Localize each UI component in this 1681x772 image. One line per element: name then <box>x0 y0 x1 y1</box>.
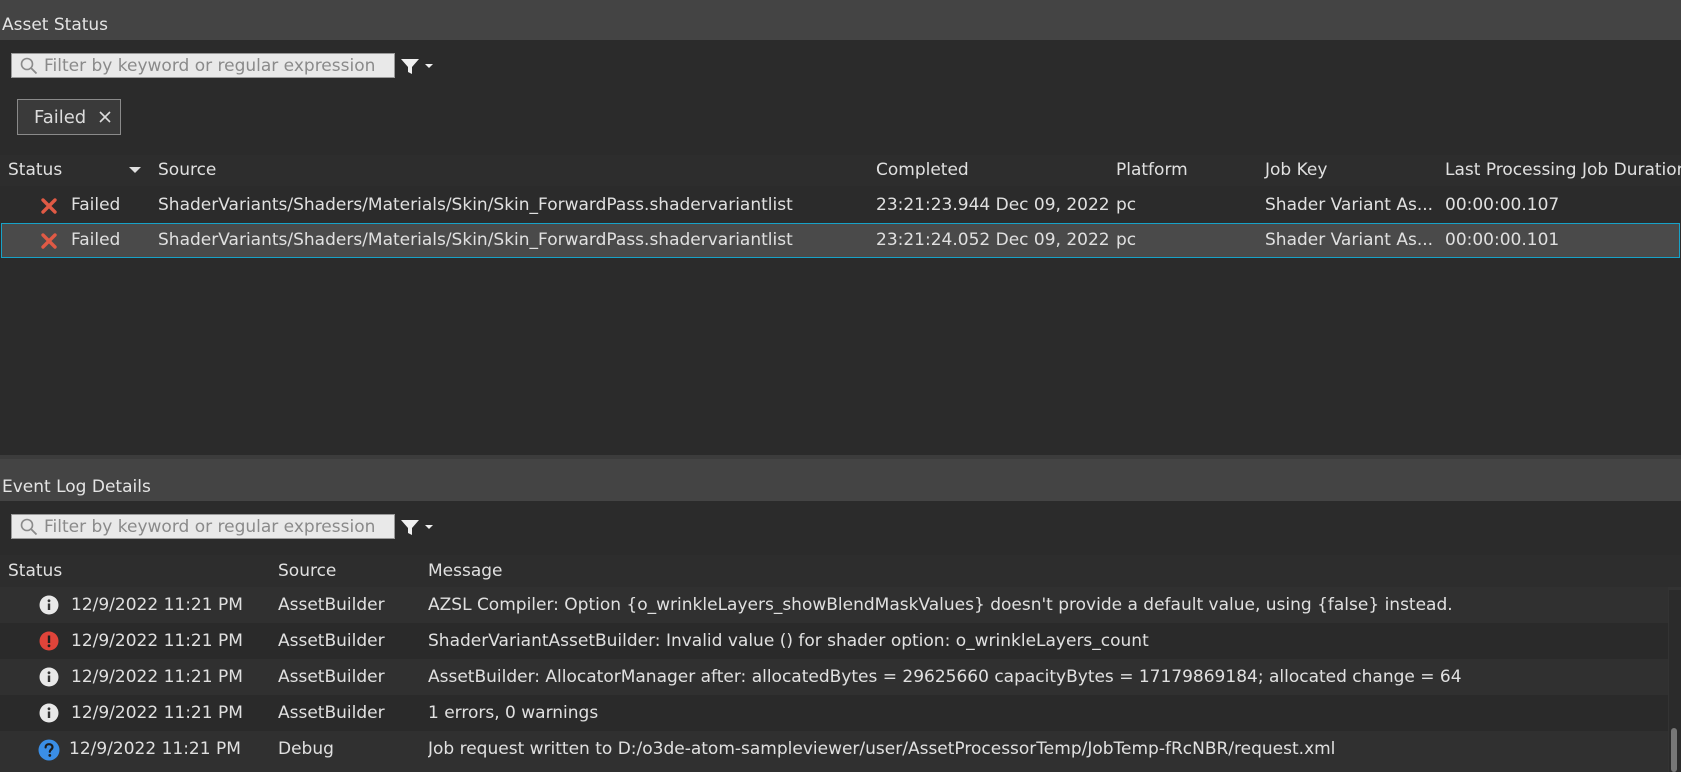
log-message: AZSL Compiler: Option {o_wrinkleLayers_s… <box>428 595 1453 615</box>
event-log-table-header: Status Source Message <box>0 555 1681 587</box>
log-row[interactable]: 12/9/2022 11:21 PM AssetBuilder 1 errors… <box>0 695 1668 731</box>
log-source: AssetBuilder <box>278 631 385 651</box>
error-icon <box>39 631 59 651</box>
log-message: ShaderVariantAssetBuilder: Invalid value… <box>428 631 1149 651</box>
column-header-completed[interactable]: Completed <box>876 155 969 186</box>
row-completed: 23:21:24.052 Dec 09, 2022 <box>876 230 1110 250</box>
log-row[interactable]: 12/9/2022 11:21 PM AssetBuilder AssetBui… <box>0 659 1668 695</box>
log-status: 12/9/2022 11:21 PM <box>71 631 243 651</box>
row-completed: 23:21:23.944 Dec 09, 2022 <box>876 195 1110 215</box>
log-source: AssetBuilder <box>278 595 385 615</box>
asset-status-toolbar <box>0 40 1681 155</box>
column-header-duration[interactable]: Last Processing Job Duration <box>1445 155 1681 186</box>
log-row[interactable]: 12/9/2022 11:21 PM Debug Job request wri… <box>0 731 1668 772</box>
asset-status-header: Asset Status <box>0 0 1681 40</box>
log-message: Job request written to D:/o3de-atom-samp… <box>428 739 1336 759</box>
log-source: AssetBuilder <box>278 667 385 687</box>
event-log-search-box[interactable] <box>11 514 395 539</box>
log-message: AssetBuilder: AllocatorManager after: al… <box>428 667 1462 687</box>
log-status: 12/9/2022 11:21 PM <box>71 703 243 723</box>
close-icon[interactable] <box>97 109 113 125</box>
row-duration: 00:00:00.101 <box>1445 230 1560 250</box>
event-log-search-input[interactable] <box>44 516 384 537</box>
row-platform: pc <box>1116 195 1137 215</box>
funnel-icon <box>401 520 419 535</box>
asset-table-header: Status Source Completed Platform Job Key… <box>0 155 1681 186</box>
asset-search-box[interactable] <box>11 53 395 78</box>
row-duration: 00:00:00.107 <box>1445 195 1560 215</box>
dropdown-arrow-icon <box>425 64 433 68</box>
log-source: Debug <box>278 739 334 759</box>
row-platform: pc <box>1116 230 1137 250</box>
column-header-source[interactable]: Source <box>158 155 216 186</box>
log-status: 12/9/2022 11:21 PM <box>71 595 243 615</box>
scrollbar-thumb[interactable] <box>1671 728 1677 772</box>
column-header-status[interactable]: Status <box>8 555 62 587</box>
event-log-toolbar <box>0 501 1681 555</box>
log-status: 12/9/2022 11:21 PM <box>69 739 241 759</box>
column-header-message[interactable]: Message <box>428 555 503 587</box>
log-source: AssetBuilder <box>278 703 385 723</box>
table-row-selected[interactable]: Failed ShaderVariants/Shaders/Materials/… <box>1 223 1680 258</box>
event-log-filter-button[interactable] <box>400 514 438 540</box>
row-source: ShaderVariants/Shaders/Materials/Skin/Sk… <box>158 230 793 250</box>
search-icon <box>20 518 38 535</box>
search-icon <box>20 57 38 74</box>
column-header-platform[interactable]: Platform <box>1116 155 1188 186</box>
event-log-scrollbar[interactable] <box>1669 590 1681 772</box>
log-row[interactable]: 12/9/2022 11:21 PM AssetBuilder ShaderVa… <box>0 623 1668 659</box>
log-status: 12/9/2022 11:21 PM <box>71 667 243 687</box>
asset-search-input[interactable] <box>44 55 384 76</box>
column-header-source[interactable]: Source <box>278 555 336 587</box>
column-header-status[interactable]: Status <box>8 155 62 186</box>
sort-descending-icon[interactable] <box>128 165 142 175</box>
filter-chip-failed: Failed <box>17 99 121 135</box>
funnel-icon <box>401 59 419 74</box>
event-log-header: Event Log Details <box>0 459 1681 501</box>
event-log-title: Event Log Details <box>2 477 151 497</box>
dropdown-arrow-icon <box>425 525 433 529</box>
failed-x-icon <box>41 198 57 214</box>
row-job-key: Shader Variant As... <box>1265 195 1434 215</box>
row-job-key: Shader Variant As... <box>1265 230 1434 250</box>
failed-x-icon <box>41 233 57 249</box>
column-header-job-key[interactable]: Job Key <box>1265 155 1327 186</box>
row-status: Failed <box>71 195 121 215</box>
log-row[interactable]: 12/9/2022 11:21 PM AssetBuilder AZSL Com… <box>0 587 1668 623</box>
asset-filter-button[interactable] <box>400 53 438 79</box>
info-icon <box>39 703 59 723</box>
info-icon <box>39 595 59 615</box>
debug-icon <box>38 739 60 761</box>
filter-chip-label: Failed <box>34 106 87 128</box>
row-source: ShaderVariants/Shaders/Materials/Skin/Sk… <box>158 195 793 215</box>
row-status: Failed <box>71 230 121 250</box>
asset-status-title: Asset Status <box>2 15 109 35</box>
info-icon <box>39 667 59 687</box>
log-message: 1 errors, 0 warnings <box>428 703 599 723</box>
table-row[interactable]: Failed ShaderVariants/Shaders/Materials/… <box>0 188 1681 223</box>
